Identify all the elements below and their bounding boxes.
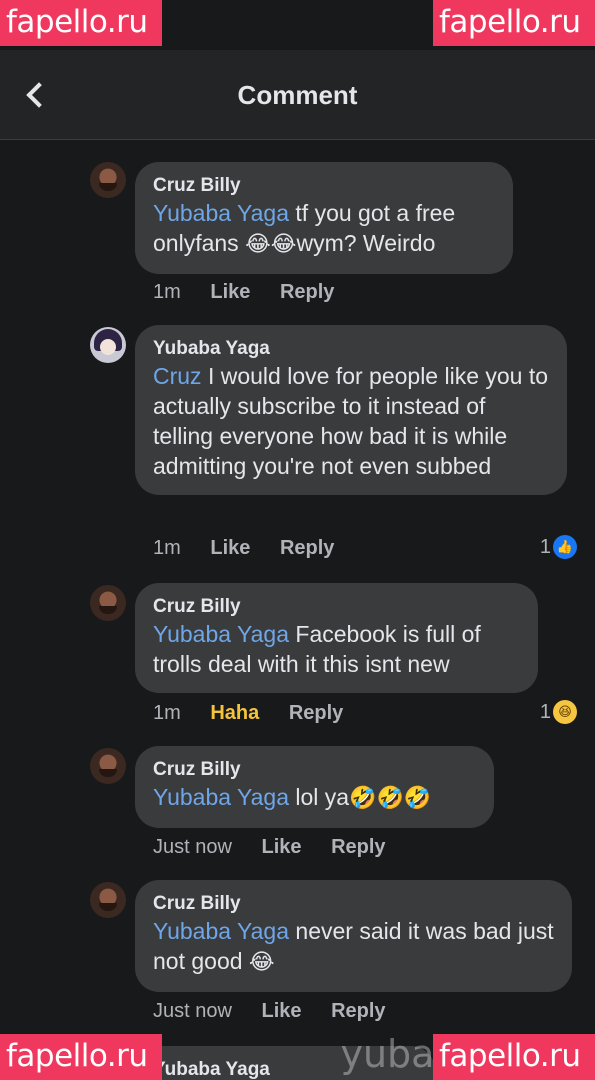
emoji-rofl-icon: 🤣🤣🤣: [349, 786, 432, 811]
comment-time: Just now: [153, 836, 232, 858]
watermark-top-right: fapello.ru: [433, 0, 595, 46]
header-bar: Comment: [0, 50, 595, 140]
thumbs-up-icon: 👍: [553, 535, 577, 559]
comment-bubble[interactable]: Cruz Billy Yubaba Yaga lol ya🤣🤣🤣: [135, 746, 494, 828]
like-button[interactable]: Like: [210, 281, 250, 303]
comment-bubble[interactable]: Cruz Billy Yubaba Yaga tf you got a free…: [135, 162, 513, 274]
mention-link[interactable]: Yubaba Yaga: [153, 918, 289, 944]
comment-author[interactable]: Yubaba Yaga: [153, 337, 549, 361]
reply-button[interactable]: Reply: [280, 281, 334, 303]
reply-button[interactable]: Reply: [331, 1000, 385, 1022]
mention-link[interactable]: Yubaba Yaga: [153, 621, 289, 647]
reply-button[interactable]: Reply: [289, 702, 343, 724]
comment-text: Yubaba Yaga tf you got a free onlyfans 😂…: [153, 198, 495, 260]
reply-button[interactable]: Reply: [280, 537, 334, 559]
mention-link[interactable]: Yubaba Yaga: [153, 784, 289, 810]
comment-time: 1m: [153, 537, 181, 559]
comment-time: 1m: [153, 702, 181, 724]
comment-actions: Just now Like Reply: [153, 998, 410, 1024]
comment-bubble[interactable]: Cruz Billy Yubaba Yaga never said it was…: [135, 880, 572, 992]
watermark-subject: yubal: [340, 1032, 445, 1076]
comment-author[interactable]: Cruz Billy: [153, 892, 554, 916]
reaction-summary[interactable]: 1 😆: [540, 700, 577, 724]
reaction-count: 1: [539, 700, 551, 723]
avatar[interactable]: [90, 327, 126, 363]
haha-reaction-button[interactable]: Haha: [210, 702, 259, 724]
comment-author[interactable]: Cruz Billy: [153, 595, 520, 619]
mention-link[interactable]: Yubaba Yaga: [153, 200, 289, 226]
watermark-bottom-left: fapello.ru: [0, 1034, 162, 1080]
emoji-laugh-icon: 😂😂: [245, 232, 297, 257]
avatar[interactable]: [90, 162, 126, 198]
reaction-summary[interactable]: 1 👍: [540, 535, 577, 559]
avatar[interactable]: [90, 585, 126, 621]
mention-link[interactable]: Cruz: [153, 363, 202, 389]
reply-button[interactable]: Reply: [331, 836, 385, 858]
comment-time: 1m: [153, 281, 181, 303]
comment-author[interactable]: Cruz Billy: [153, 758, 476, 782]
comment-text: Yubaba Yaga never said it was bad just n…: [153, 916, 554, 978]
comment-author[interactable]: Cruz Billy: [153, 174, 495, 198]
comment-text: Cruz I would love for people like you to…: [153, 361, 549, 481]
comment-bubble[interactable]: Cruz Billy Yubaba Yaga Facebook is full …: [135, 583, 538, 693]
comment-actions: 1m Haha Reply: [153, 700, 367, 726]
avatar[interactable]: [90, 748, 126, 784]
reaction-count: 1: [539, 535, 551, 558]
watermark-bottom-right: fapello.ru: [433, 1034, 595, 1080]
emoji-laugh-icon: 😂: [248, 950, 275, 975]
comment-actions: 1m Like Reply: [153, 535, 358, 561]
page-title: Comment: [237, 80, 358, 110]
comment-body: lol ya: [289, 784, 350, 810]
comment-actions: Just now Like Reply: [153, 834, 410, 860]
like-button[interactable]: Like: [210, 537, 250, 559]
like-button[interactable]: Like: [262, 1000, 302, 1022]
haha-icon: 😆: [553, 700, 577, 724]
comment-body: I would love for people like you to actu…: [153, 363, 549, 479]
comment-text: Yubaba Yaga Facebook is full of trolls d…: [153, 619, 520, 679]
watermark-top-left: fapello.ru: [0, 0, 162, 46]
comment-bubble[interactable]: Yubaba Yaga Cruz I would love for people…: [135, 325, 567, 495]
avatar[interactable]: [90, 882, 126, 918]
like-button[interactable]: Like: [262, 836, 302, 858]
comment-body-cont: wym? Weirdo: [296, 230, 436, 256]
comment-text: Yubaba Yaga lol ya🤣🤣🤣: [153, 782, 476, 814]
comment-actions: 1m Like Reply: [153, 279, 358, 305]
comment-time: Just now: [153, 1000, 232, 1022]
